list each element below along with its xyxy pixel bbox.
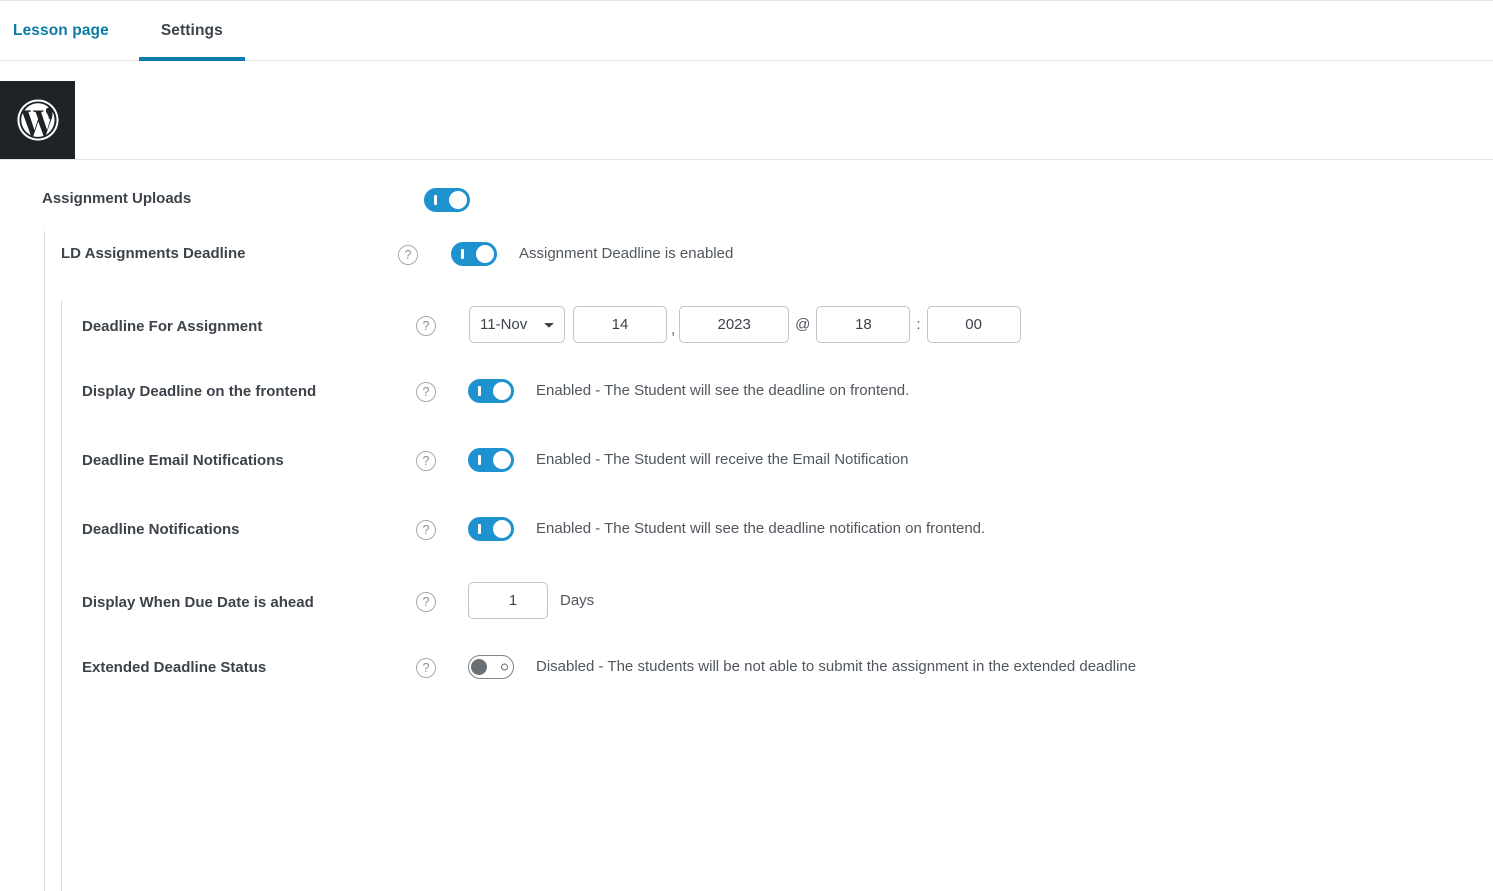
deadline-datetime-fields: 11-Nov , @ :: [469, 306, 1021, 343]
setting-row-extended-deadline-status: Extended Deadline Status ? Disabled - Th…: [0, 635, 1493, 704]
logo-strip: [0, 62, 1493, 160]
deadline-minute-input[interactable]: [926, 306, 1021, 343]
day-year-separator: ,: [671, 321, 676, 338]
toggle-knob: [493, 451, 511, 469]
setting-row-deadline-notifications: Deadline Notifications ? Enabled - The S…: [0, 497, 1493, 566]
toggle-knob: [471, 659, 487, 675]
description-ld-assignments-deadline: Assignment Deadline is enabled: [519, 245, 734, 262]
settings-panel: Assignment Uploads LD Assignments Deadli…: [0, 160, 1493, 891]
tab-lesson-page[interactable]: Lesson page: [13, 1, 139, 60]
deadline-month-select[interactable]: 11-Nov: [469, 306, 565, 343]
setting-row-assignment-uploads: Assignment Uploads: [0, 160, 1493, 222]
help-circle-icon-display-deadline-frontend[interactable]: ?: [416, 382, 436, 402]
setting-row-deadline-email-notifications: Deadline Email Notifications ? Enabled -…: [0, 428, 1493, 497]
toggle-bar-icon: [434, 195, 437, 205]
description-extended-deadline-status: Disabled - The students will be not able…: [536, 658, 1137, 675]
help-circle-icon-deadline-email-notifications[interactable]: ?: [416, 451, 436, 471]
toggle-knob: [449, 191, 467, 209]
toggle-knob: [476, 245, 494, 263]
wordpress-icon: [16, 98, 60, 142]
toggle-off-circle-icon: [501, 663, 508, 671]
toggle-bar-icon: [478, 386, 481, 396]
label-deadline-for-assignment: Deadline For Assignment: [82, 318, 263, 335]
help-circle-icon-deadline-notifications[interactable]: ?: [416, 520, 436, 540]
help-circle-icon-extended-deadline-status[interactable]: ?: [416, 658, 436, 678]
label-display-deadline-frontend: Display Deadline on the frontend: [82, 383, 317, 400]
toggle-bar-icon: [478, 524, 481, 534]
tab-settings[interactable]: Settings: [138, 1, 245, 61]
wordpress-logo[interactable]: [0, 81, 75, 159]
hour-minute-separator: :: [916, 316, 921, 333]
deadline-year-input[interactable]: [679, 306, 790, 343]
toggle-deadline-notifications[interactable]: [468, 517, 514, 541]
setting-row-display-when-due-date-ahead: Display When Due Date is ahead ? Days: [0, 566, 1493, 635]
date-time-separator: @: [795, 316, 811, 333]
label-ld-assignments-deadline: LD Assignments Deadline: [61, 245, 246, 262]
help-circle-icon-deadline-for-assignment[interactable]: ?: [416, 316, 436, 336]
label-deadline-email-notifications: Deadline Email Notifications: [82, 452, 284, 469]
deadline-day-input[interactable]: [573, 306, 667, 343]
toggle-display-deadline-frontend[interactable]: [468, 379, 514, 403]
description-deadline-notifications: Enabled - The Student will see the deadl…: [536, 520, 986, 537]
toggle-deadline-email-notifications[interactable]: [468, 448, 514, 472]
deadline-hour-input[interactable]: [816, 306, 911, 343]
setting-row-display-deadline-frontend: Display Deadline on the frontend ? Enabl…: [0, 359, 1493, 428]
label-display-when-due-date-ahead: Display When Due Date is ahead: [82, 594, 314, 611]
toggle-ld-assignments-deadline[interactable]: [451, 242, 497, 266]
toggle-bar-icon: [461, 249, 464, 259]
setting-row-deadline-for-assignment: Deadline For Assignment ? 11-Nov , @ :: [0, 290, 1493, 359]
due-date-ahead-unit: Days: [560, 592, 595, 609]
description-display-deadline-frontend: Enabled - The Student will see the deadl…: [536, 382, 910, 399]
due-date-ahead-field: Days: [468, 582, 594, 619]
help-circle-icon-display-when-due-date-ahead[interactable]: ?: [416, 592, 436, 612]
toggle-knob: [493, 382, 511, 400]
toggle-bar-icon: [478, 455, 481, 465]
label-assignment-uploads: Assignment Uploads: [42, 190, 192, 207]
help-circle-icon-ld-assignments-deadline[interactable]: ?: [398, 245, 418, 265]
toggle-knob: [493, 520, 511, 538]
setting-row-ld-assignments-deadline: LD Assignments Deadline ? Assignment Dea…: [0, 222, 1493, 290]
label-deadline-notifications: Deadline Notifications: [82, 521, 240, 538]
tab-bar: Lesson page Settings: [0, 1, 1493, 61]
toggle-extended-deadline-status[interactable]: [468, 655, 514, 679]
label-extended-deadline-status: Extended Deadline Status: [82, 659, 267, 676]
due-date-ahead-input[interactable]: [468, 582, 548, 619]
toggle-assignment-uploads[interactable]: [424, 188, 470, 212]
description-deadline-email-notifications: Enabled - The Student will receive the E…: [536, 451, 909, 468]
